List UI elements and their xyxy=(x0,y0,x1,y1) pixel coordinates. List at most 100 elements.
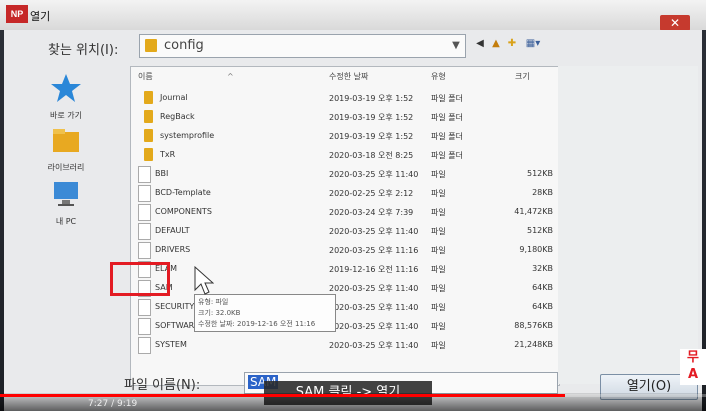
cell-size: 9,180KB xyxy=(519,245,553,254)
folder-icon xyxy=(144,129,153,142)
file-icon xyxy=(138,223,151,240)
video-progress-fill xyxy=(0,394,565,397)
cell-size: 21,248KB xyxy=(514,340,553,349)
file-icon xyxy=(138,185,151,202)
app-icon: NP xyxy=(6,5,28,23)
look-in-label: 찾는 위치(I): xyxy=(48,43,119,58)
cell-size: 512KB xyxy=(526,226,553,235)
column-type[interactable]: 유형 xyxy=(431,67,446,87)
folder-row[interactable]: Journal 2019-03-19 오후 1:52 파일 폴더 xyxy=(131,89,559,108)
cell-date: 2020-03-25 오후 11:40 xyxy=(329,322,419,331)
window-title: 열기 xyxy=(30,10,51,23)
cell-size: 28KB xyxy=(532,188,553,197)
cell-date: 2020-03-25 오후 11:40 xyxy=(329,303,419,312)
up-folder-icon[interactable]: ▲ xyxy=(490,38,502,50)
cell-type: 파일 xyxy=(431,303,446,312)
cell-size: 512KB xyxy=(526,169,553,178)
cell-type: 파일 xyxy=(431,246,446,255)
file-icon xyxy=(138,204,151,221)
folder-icon xyxy=(144,91,153,104)
cell-date: 2020-02-25 오후 2:12 xyxy=(329,189,414,198)
close-button[interactable]: ✕ xyxy=(660,15,690,31)
look-in-value: config xyxy=(164,38,204,53)
cell-name: BBI xyxy=(155,169,169,178)
place-this-pc[interactable]: 내 PC xyxy=(16,178,116,227)
folder-icon xyxy=(144,110,153,123)
cell-date: 2019-03-19 오후 1:52 xyxy=(329,94,414,103)
cell-name: systemprofile xyxy=(160,131,215,140)
cell-date: 2020-03-25 오후 11:40 xyxy=(329,227,419,236)
cell-type: 파일 폴더 xyxy=(431,94,463,103)
title-bar: NP 열기 ✕ xyxy=(0,0,706,31)
chevron-down-icon[interactable]: ▼ xyxy=(447,35,465,57)
list-empty-area xyxy=(558,66,698,384)
tooltip-type: 유형: 파일 xyxy=(198,298,229,306)
video-progress-bar[interactable] xyxy=(0,394,706,397)
open-dialog: 찾는 위치(I): config ▼ ◀ ▲ ✚ ▦▾ 바로 가기 라이브러리 … xyxy=(4,30,702,411)
cell-date: 2019-12-16 오전 11:16 xyxy=(329,265,419,274)
column-name[interactable]: 이름 xyxy=(138,67,153,87)
file-row[interactable]: SYSTEM 2020-03-25 오후 11:40 파일 21,248KB xyxy=(131,336,559,355)
place-label: 바로 가기 xyxy=(50,111,82,120)
cell-date: 2020-03-25 오후 11:16 xyxy=(329,246,419,255)
file-row[interactable]: DEFAULT 2020-03-25 오후 11:40 파일 512KB xyxy=(131,222,559,241)
cell-date: 2019-03-19 오후 1:52 xyxy=(329,113,414,122)
column-size[interactable]: 크기 xyxy=(515,67,530,87)
cell-date: 2020-03-25 오후 11:40 xyxy=(329,341,419,350)
look-in-dropdown[interactable]: config ▼ xyxy=(139,34,466,58)
tooltip-size: 크기: 32.0KB xyxy=(198,309,241,317)
channel-badge: 무 A xyxy=(680,349,706,385)
file-row[interactable]: BBI 2020-03-25 오후 11:40 파일 512KB xyxy=(131,165,559,184)
file-icon xyxy=(138,299,151,316)
cell-type: 파일 폴더 xyxy=(431,113,463,122)
file-icon xyxy=(138,166,151,183)
folder-row[interactable]: systemprofile 2019-03-19 오후 1:52 파일 폴더 xyxy=(131,127,559,146)
cell-date: 2020-03-25 오후 11:40 xyxy=(329,284,419,293)
cell-date: 2020-03-18 오전 8:25 xyxy=(329,151,414,160)
sort-arrow-icon: ^ xyxy=(227,72,234,81)
folder-icon xyxy=(144,148,153,161)
computer-icon xyxy=(54,182,78,206)
cell-name: Journal xyxy=(160,93,188,102)
cell-type: 파일 xyxy=(431,227,446,236)
file-row[interactable]: BCD-Template 2020-02-25 오후 2:12 파일 28KB xyxy=(131,184,559,203)
file-row[interactable]: COMPONENTS 2020-03-24 오후 7:39 파일 41,472KB xyxy=(131,203,559,222)
cell-name: DEFAULT xyxy=(155,226,190,235)
cell-type: 파일 xyxy=(431,341,446,350)
cell-name: BCD-Template xyxy=(155,188,211,197)
cell-type: 파일 xyxy=(431,322,446,331)
file-icon xyxy=(138,242,151,259)
cell-name: SYSTEM xyxy=(155,340,187,349)
column-date[interactable]: 수정한 날짜 xyxy=(329,67,368,87)
cell-type: 파일 xyxy=(431,189,446,198)
place-quick-access[interactable]: 바로 가기 xyxy=(16,72,116,121)
file-list[interactable]: 이름 ^ 수정한 날짜 유형 크기 Journal 2019-03-19 오후 1… xyxy=(130,66,560,386)
cell-name: DRIVERS xyxy=(155,245,191,254)
folder-icon xyxy=(145,39,157,52)
screen: NP 열기 ✕ 찾는 위치(I): config ▼ ◀ ▲ ✚ ▦▾ 바로 가… xyxy=(0,0,706,411)
folder-row[interactable]: RegBack 2019-03-19 오후 1:52 파일 폴더 xyxy=(131,108,559,127)
places-bar: 바로 가기 라이브러리 내 PC xyxy=(8,66,126,381)
back-icon[interactable]: ◀ xyxy=(474,38,486,50)
video-time: 7:27 / 9:19 xyxy=(88,399,138,409)
cell-size: 41,472KB xyxy=(514,207,553,216)
cell-name: COMPONENTS xyxy=(155,207,212,216)
cell-name: SECURITY xyxy=(155,302,195,311)
file-name-label: 파일 이름(N): xyxy=(124,378,201,393)
cell-date: 2019-03-19 오후 1:52 xyxy=(329,132,414,141)
folder-row[interactable]: TxR 2020-03-18 오전 8:25 파일 폴더 xyxy=(131,146,559,165)
cell-name: TxR xyxy=(160,150,176,159)
mouse-cursor-icon xyxy=(194,266,214,295)
tooltip-date: 수정한 날짜: 2019-12-16 오전 11:16 xyxy=(198,320,316,328)
file-icon xyxy=(138,337,151,354)
new-folder-icon[interactable]: ✚ xyxy=(506,38,518,50)
cell-date: 2020-03-24 오후 7:39 xyxy=(329,208,414,217)
file-row[interactable]: DRIVERS 2020-03-25 오후 11:16 파일 9,180KB xyxy=(131,241,559,260)
cell-date: 2020-03-25 오후 11:40 xyxy=(329,170,419,179)
place-libraries[interactable]: 라이브러리 xyxy=(16,124,116,173)
cell-name: SOFTWARE xyxy=(155,321,200,330)
file-icon xyxy=(138,318,151,335)
cell-type: 파일 xyxy=(431,170,446,179)
view-menu-icon[interactable]: ▦▾ xyxy=(524,38,542,50)
cell-size: 64KB xyxy=(532,283,553,292)
